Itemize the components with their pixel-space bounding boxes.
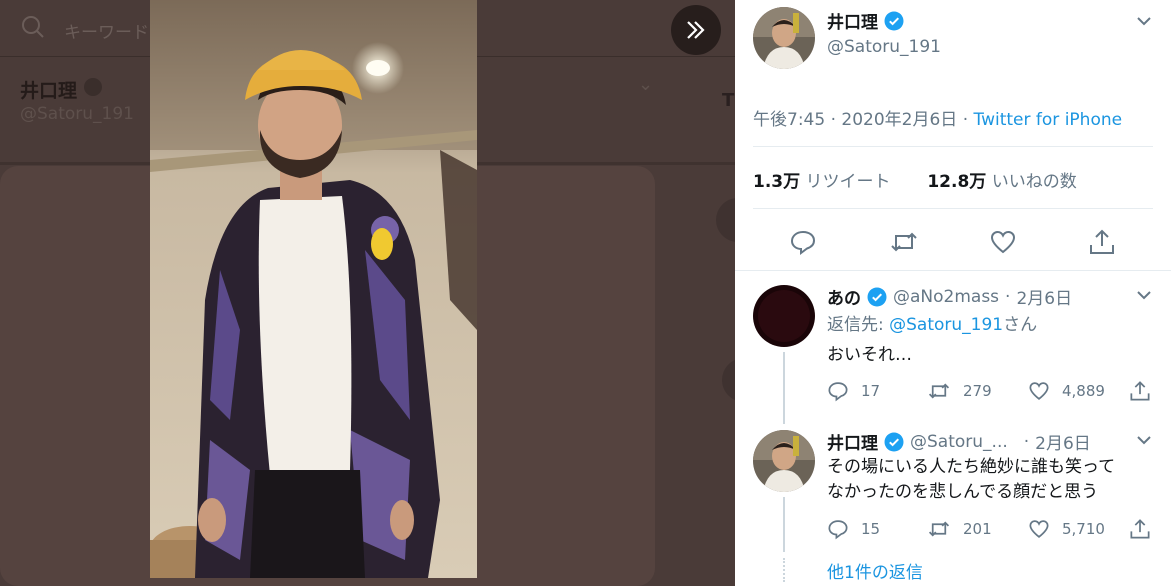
reply-icon — [828, 382, 848, 402]
reply-author-name[interactable]: あの — [827, 284, 861, 309]
verified-icon — [867, 287, 887, 306]
like-count[interactable]: 5,710 — [1028, 518, 1105, 540]
chevron-down-icon[interactable] — [1135, 286, 1153, 304]
main-author[interactable]: 井口理 — [827, 8, 904, 33]
retweet-count[interactable]: 279 — [927, 380, 992, 402]
author-name[interactable]: 井口理 — [827, 8, 878, 33]
share-icon[interactable] — [1088, 228, 1116, 256]
tweet-time[interactable]: 午後7:45 — [753, 110, 825, 130]
reply-count[interactable]: 17 — [827, 380, 880, 402]
bg-user-handle: @Satoru_191 — [20, 104, 134, 124]
bg-user-name: 井口理 — [20, 80, 78, 102]
reply-to-line: 返信先: @Satoru_191さん — [827, 315, 1038, 335]
reply-date[interactable]: 2月6日 — [1035, 429, 1091, 454]
share-icon[interactable] — [1129, 518, 1151, 540]
reply-author-handle[interactable]: @Satoru_... — [910, 432, 1008, 452]
divider — [735, 270, 1171, 271]
chevron-down-icon: ⌄ — [638, 74, 654, 95]
reply-to-link[interactable]: @Satoru_191 — [889, 315, 1003, 335]
like-count[interactable]: 4,889 — [1028, 380, 1105, 402]
verified-icon — [84, 78, 102, 96]
thread-dots — [783, 558, 785, 582]
like-count[interactable]: 12.8万 いいねの数 — [927, 172, 1076, 192]
tweet-photo[interactable] — [150, 0, 477, 578]
bg-avatar — [722, 358, 735, 402]
expand-button[interactable] — [671, 5, 721, 55]
double-chevron-right-icon — [687, 21, 705, 39]
tweet-date[interactable]: 2020年2月6日 — [841, 110, 957, 130]
retweet-count[interactable]: 201 — [927, 518, 992, 540]
tweet-detail-panel: 井口理 @Satoru_191 午後7:45 · 2020年2月6日 · Twi… — [735, 0, 1171, 586]
thread-line — [783, 497, 785, 552]
reply-icon[interactable] — [789, 228, 817, 256]
reply-header: あの @aNo2mass · 2月6日 — [827, 284, 1072, 310]
avatar[interactable] — [753, 430, 815, 492]
like-icon — [1029, 382, 1049, 400]
avatar[interactable] — [753, 7, 815, 69]
meta-separator: · — [1023, 431, 1030, 452]
reply-count[interactable]: 15 — [827, 518, 880, 540]
divider — [753, 146, 1153, 147]
reply-text-line: なかったのを悲しんでる顔だと思う — [827, 482, 1099, 502]
like-icon[interactable] — [989, 228, 1017, 256]
avatar[interactable] — [753, 285, 815, 347]
chevron-down-icon[interactable] — [1135, 12, 1153, 30]
verified-icon — [884, 11, 904, 30]
tweet-meta: 午後7:45 · 2020年2月6日 · Twitter for iPhone — [753, 105, 1122, 130]
meta-separator: · — [1005, 286, 1011, 307]
reply-date[interactable]: 2月6日 — [1016, 284, 1072, 309]
thread-line — [783, 352, 785, 424]
more-replies-link[interactable]: 他1件の返信 — [827, 558, 923, 583]
reply-text: その場にいる人たち絶妙に誰も笑って なかったのを悲しんでる顔だと思う — [827, 455, 1115, 505]
divider — [753, 208, 1153, 209]
share-icon[interactable] — [1129, 380, 1151, 402]
meta-separator: · — [962, 110, 974, 130]
reply-header: 井口理 @Satoru_... · 2月6日 — [827, 429, 1091, 455]
retweet-icon — [928, 383, 950, 399]
search-placeholder: キーワード — [64, 23, 149, 43]
reply-text-line: その場にいる人たち絶妙に誰も笑って — [827, 457, 1116, 477]
meta-separator: · — [830, 110, 842, 130]
reply-text: おいそれ… — [827, 345, 912, 365]
retweet-count[interactable]: 1.3万 リツイート — [753, 172, 891, 192]
tweet-stats: 1.3万 リツイート 12.8万 いいねの数 — [753, 167, 1077, 192]
retweet-icon[interactable] — [889, 228, 919, 256]
reply-author-handle[interactable]: @aNo2mass — [893, 287, 999, 307]
retweet-icon — [928, 521, 950, 537]
verified-icon — [884, 432, 904, 451]
like-icon — [1029, 520, 1049, 538]
chevron-down-icon[interactable] — [1135, 431, 1153, 449]
bg-letter: T — [722, 90, 735, 111]
search-icon — [22, 16, 44, 38]
reply-icon — [828, 520, 848, 540]
tweet-source-link[interactable]: Twitter for iPhone — [974, 110, 1123, 130]
author-handle[interactable]: @Satoru_191 — [827, 37, 941, 57]
reply-author-name[interactable]: 井口理 — [827, 429, 878, 454]
bg-avatar — [716, 198, 735, 242]
